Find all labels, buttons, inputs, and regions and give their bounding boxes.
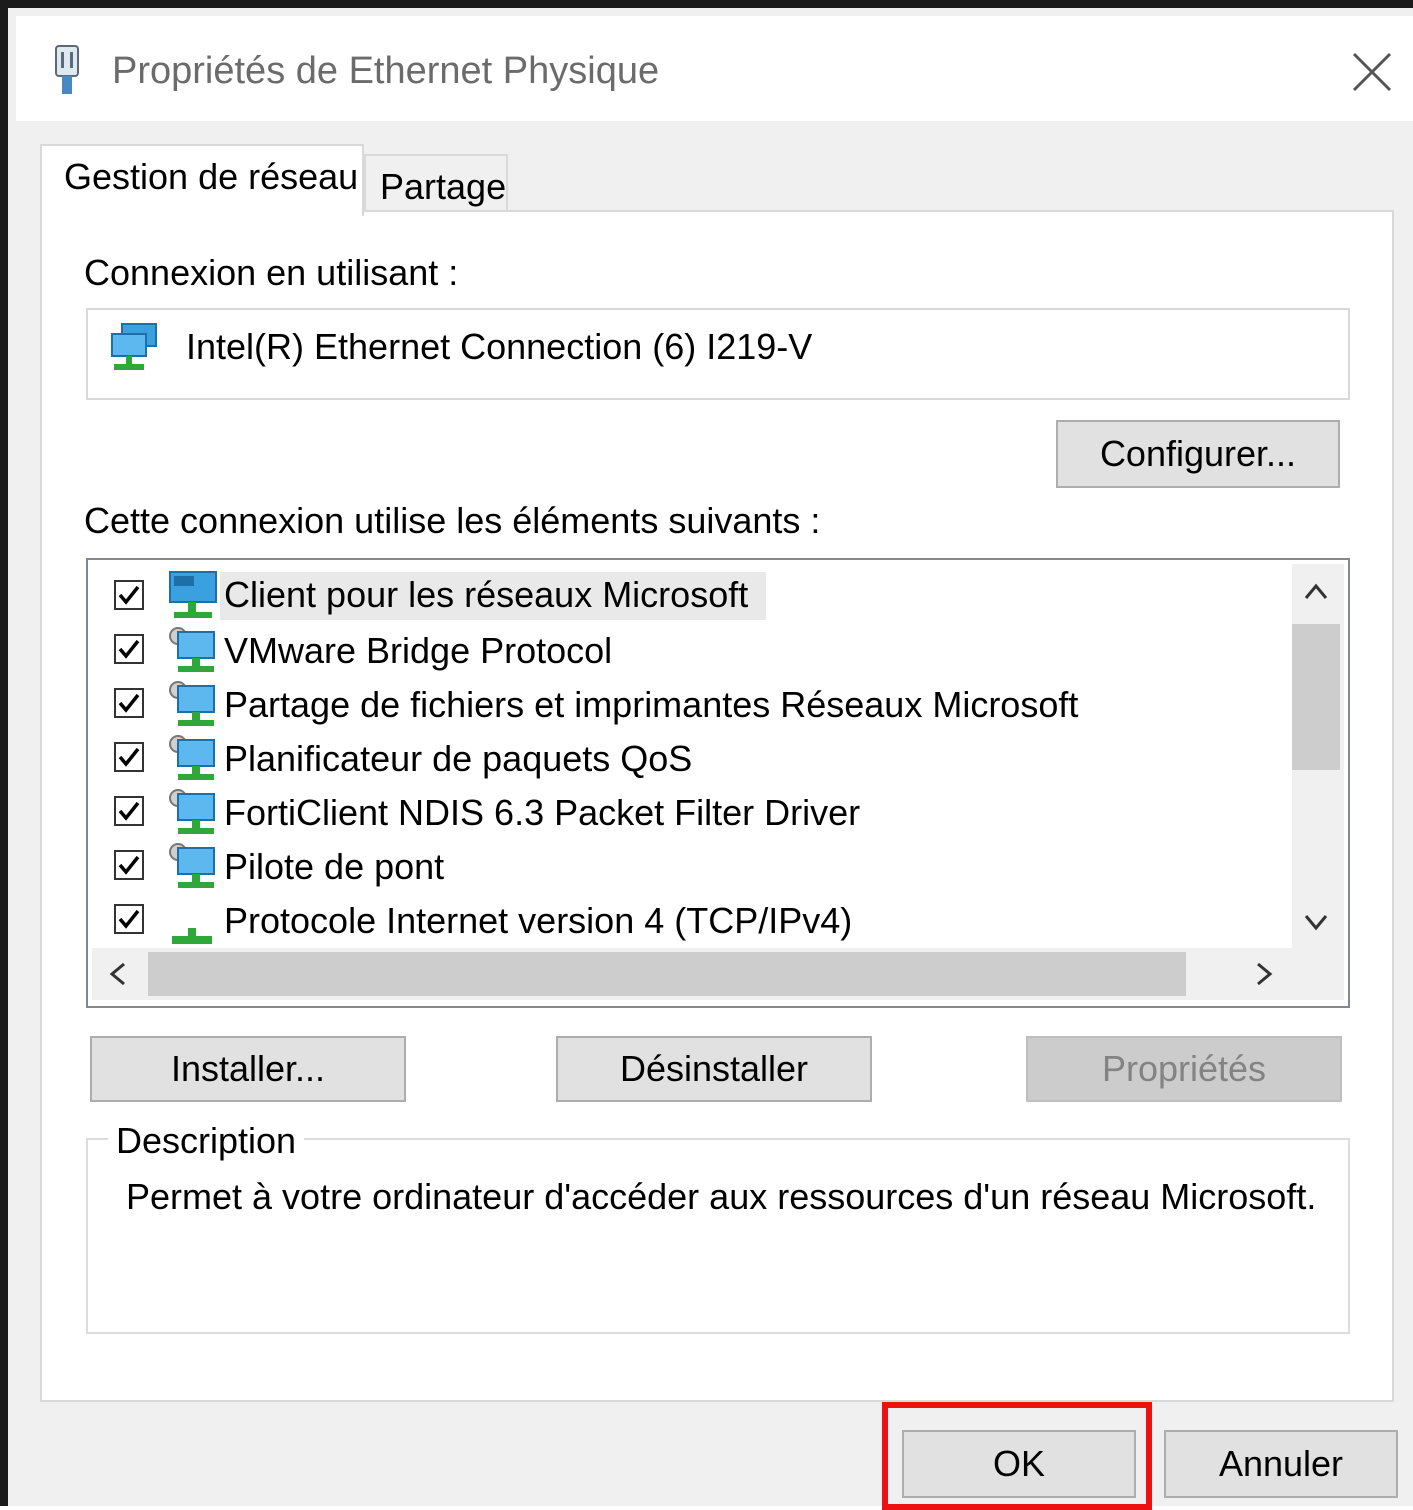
checkbox-checked-icon[interactable]	[114, 688, 144, 718]
ethernet-plug-icon	[55, 45, 79, 94]
chevron-right-icon[interactable]	[1244, 954, 1284, 994]
network-service-icon	[169, 789, 215, 834]
configure-button[interactable]: Configurer...	[1056, 420, 1340, 488]
list-item[interactable]: VMware Bridge Protocol	[88, 622, 1288, 676]
close-icon[interactable]	[1342, 42, 1402, 102]
list-item[interactable]: Partage de fichiers et imprimantes Résea…	[88, 676, 1288, 730]
list-item-label: Pilote de pont	[224, 846, 445, 887]
checkbox-checked-icon[interactable]	[114, 904, 144, 934]
properties-button[interactable]: Propriétés	[1026, 1036, 1342, 1102]
chevron-up-icon[interactable]	[1296, 572, 1336, 612]
cancel-button[interactable]: Annuler	[1164, 1430, 1398, 1498]
description-group	[86, 1138, 1350, 1334]
checkbox-checked-icon[interactable]	[114, 580, 144, 610]
tab-networking[interactable]: Gestion de réseau	[40, 144, 364, 216]
network-adapter-icon	[111, 323, 157, 370]
list-item-label: Planificateur de paquets QoS	[224, 738, 693, 779]
description-legend: Description	[108, 1120, 305, 1162]
network-client-icon	[169, 571, 217, 618]
tab-sharing-label: Partage	[380, 166, 507, 207]
network-service-icon	[169, 843, 215, 888]
chevron-left-icon[interactable]	[98, 954, 138, 994]
list-item[interactable]: Client pour les réseaux Microsoft	[88, 568, 1288, 622]
list-item-label: Protocole Internet version 4 (TCP/IPv4)	[224, 900, 853, 941]
list-item-label: FortiClient NDIS 6.3 Packet Filter Drive…	[224, 792, 861, 833]
network-protocol-icon	[172, 928, 212, 944]
list-item[interactable]: Planificateur de paquets QoS	[88, 730, 1288, 784]
tab-sharing[interactable]: Partage	[364, 154, 508, 212]
description-text: Permet à votre ordinateur d'accéder aux …	[126, 1176, 1317, 1217]
properties-dialog: Propriétés de Ethernet Physique Gestion …	[0, 0, 1413, 1510]
horizontal-scroll-thumb[interactable]	[148, 952, 1186, 996]
network-service-icon	[169, 627, 215, 672]
network-service-icon	[169, 735, 215, 780]
list-item-label: Partage de fichiers et imprimantes Résea…	[224, 684, 1079, 725]
vertical-scrollbar[interactable]	[1292, 564, 1344, 952]
checkbox-checked-icon[interactable]	[114, 634, 144, 664]
components-label: Cette connexion utilise les éléments sui…	[84, 500, 821, 541]
vertical-scroll-thumb[interactable]	[1292, 624, 1340, 770]
network-service-icon	[169, 681, 215, 726]
checkbox-checked-icon[interactable]	[114, 742, 144, 772]
list-item[interactable]: FortiClient NDIS 6.3 Packet Filter Drive…	[88, 784, 1288, 838]
horizontal-scrollbar[interactable]	[92, 948, 1344, 1000]
uninstall-button[interactable]: Désinstaller	[556, 1036, 872, 1102]
window-title: Propriétés de Ethernet Physique	[112, 50, 660, 92]
install-button[interactable]: Installer...	[90, 1036, 406, 1102]
components-list[interactable]: Client pour les réseaux Microsoft VMware…	[86, 558, 1350, 1008]
list-item[interactable]: Protocole Internet version 4 (TCP/IPv4)	[88, 892, 1288, 946]
list-item-label: Client pour les réseaux Microsoft	[220, 572, 767, 620]
list-item[interactable]: Pilote de pont	[88, 838, 1288, 892]
ok-highlight-box	[882, 1402, 1152, 1510]
chevron-down-icon[interactable]	[1296, 902, 1336, 942]
adapter-name: Intel(R) Ethernet Connection (6) I219-V	[186, 326, 813, 367]
tab-networking-label: Gestion de réseau	[64, 156, 359, 197]
connection-label: Connexion en utilisant :	[84, 252, 459, 293]
list-item-label: VMware Bridge Protocol	[224, 630, 613, 671]
checkbox-checked-icon[interactable]	[114, 850, 144, 880]
checkbox-checked-icon[interactable]	[114, 796, 144, 826]
